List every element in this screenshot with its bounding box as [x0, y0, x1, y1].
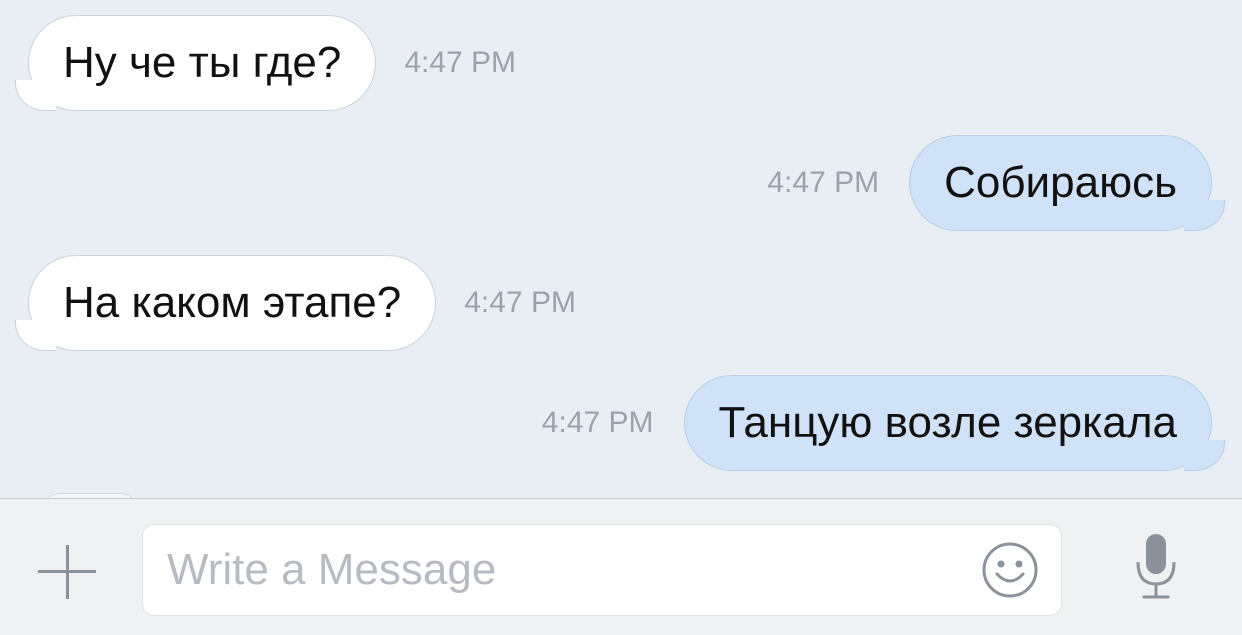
message-text: На каком этапе?	[63, 278, 402, 327]
message-bubble[interactable]: Танцую возле зеркала	[683, 375, 1226, 471]
message-text: Ну че ты где?	[63, 38, 342, 87]
message-list: Ну че ты где? 4:47 PM 4:47 PM Собираюсь …	[0, 0, 1242, 498]
plus-icon[interactable]	[38, 545, 100, 599]
message-input[interactable]: Write a Message	[142, 524, 1062, 616]
message-bubble[interactable]: Ну че ты где?	[28, 15, 377, 111]
message-outgoing: 4:47 PM Собираюсь	[767, 135, 1225, 231]
message-bubble[interactable]: На каком этапе?	[28, 255, 437, 351]
message-timestamp: 4:47 PM	[464, 286, 576, 319]
message-timestamp: 4:47 PM	[404, 46, 517, 79]
message-text: Собираюсь	[944, 158, 1177, 207]
message-input-placeholder: Write a Message	[167, 545, 497, 594]
message-timestamp: 4:47 PM	[541, 406, 654, 439]
message-bubble[interactable]: Собираюсь	[909, 135, 1225, 231]
message-incoming: На каком этапе? 4:47 PM	[28, 255, 576, 351]
message-outgoing: 4:47 PM Танцую возле зеркала	[541, 375, 1226, 471]
message-incoming: Ну че ты где? 4:47 PM	[28, 15, 516, 111]
message-text: Танцую возле зеркала	[718, 398, 1177, 447]
smiley-icon[interactable]	[981, 541, 1039, 599]
microphone-icon[interactable]	[1132, 532, 1180, 602]
message-timestamp: 4:47 PM	[767, 166, 880, 199]
